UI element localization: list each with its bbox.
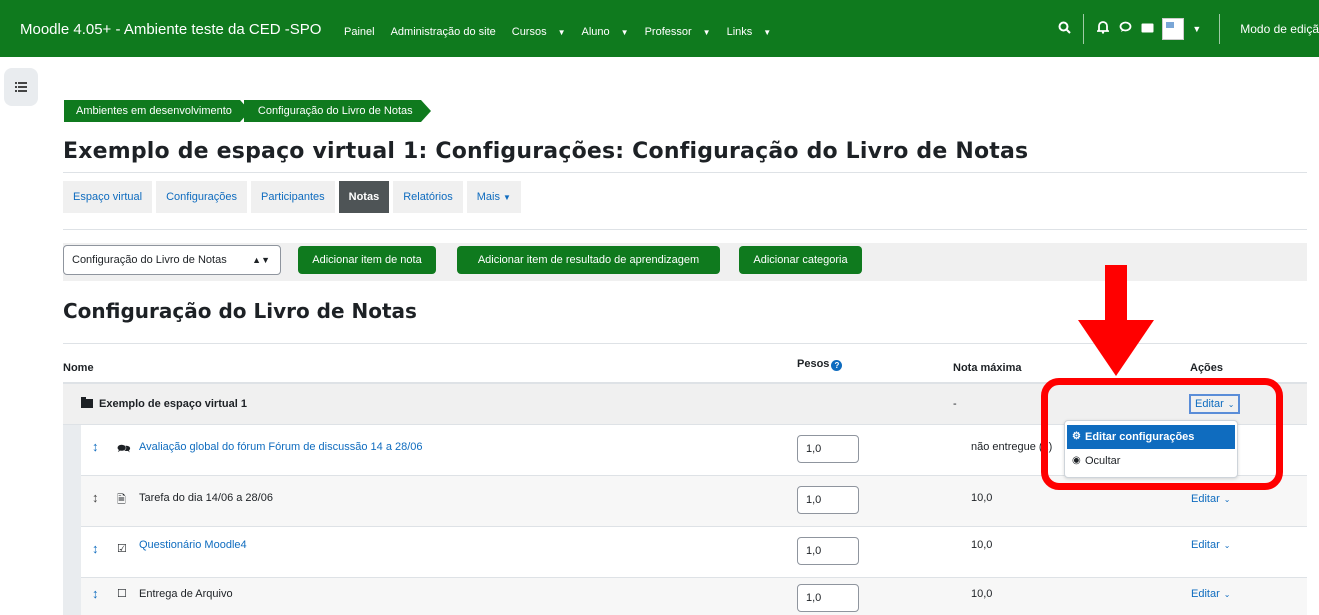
envelope-icon[interactable]: [1136, 21, 1158, 36]
help-icon[interactable]: ?: [831, 360, 843, 371]
tab-espaco-virtual[interactable]: Espaço virtual: [63, 181, 153, 213]
add-outcome-item-button[interactable]: Adicionar item de resultado de aprendiza…: [457, 246, 720, 274]
edit-mode-toggle[interactable]: Modo de ediçã: [1240, 22, 1319, 36]
primary-navigation: Painel Administração do site Cursos ▼ Alu…: [344, 26, 787, 38]
breadcrumb-item-current[interactable]: Configuração do Livro de Notas: [243, 100, 431, 122]
add-grade-item-button[interactable]: Adicionar item de nota: [298, 246, 436, 274]
divider: [63, 172, 1307, 173]
column-header-actions: Ações: [1190, 362, 1224, 374]
search-icon[interactable]: [1053, 21, 1075, 37]
move-icon[interactable]: ↕: [92, 439, 99, 454]
course-index-toggle[interactable]: [4, 68, 38, 106]
chevron-down-icon: ▼: [702, 28, 711, 37]
category-name: Exemplo de espaço virtual 1: [81, 397, 247, 410]
chevron-down-icon: ⌄: [1223, 541, 1231, 550]
tab-relatorios[interactable]: Relatórios: [393, 181, 463, 213]
section-heading: Configuração do Livro de Notas: [63, 299, 417, 323]
table-row: ↕ ☐ Entrega de Arquivo 1,0 10,0 Editar ⌄: [81, 578, 1307, 615]
grade-item-link[interactable]: Avaliação global do fórum Fórum de discu…: [139, 441, 423, 453]
tab-mais[interactable]: Mais ▼: [466, 181, 521, 213]
divider: [63, 229, 1307, 230]
category-max-grade: -: [953, 398, 957, 410]
nav-cursos[interactable]: Cursos ▼: [512, 26, 574, 38]
user-avatar[interactable]: [1162, 17, 1185, 40]
nav-links[interactable]: Links ▼: [727, 26, 780, 38]
assignment-icon: 🗎: [117, 494, 126, 506]
column-header-name: Nome: [63, 362, 94, 374]
max-grade-value: 10,0: [971, 539, 993, 551]
nav-administracao[interactable]: Administração do site: [391, 26, 504, 38]
category-indent: [63, 425, 81, 615]
grade-item-link[interactable]: Questionário Moodle4: [139, 539, 247, 551]
column-header-max-grade: Nota máxima: [953, 362, 1022, 374]
top-navbar: Moodle 4.05+ - Ambiente teste da CED -SP…: [0, 0, 1319, 57]
grade-item-name[interactable]: Entrega de Arquivo: [139, 588, 233, 600]
max-grade-value: 10,0: [971, 588, 993, 600]
forum-icon: 🗪: [117, 443, 131, 455]
chat-icon[interactable]: [1114, 21, 1136, 36]
checkbox-icon: ☐: [117, 588, 127, 600]
annotation-highlight-box: [1041, 378, 1283, 490]
nav-professor[interactable]: Professor ▼: [645, 26, 719, 38]
weight-input[interactable]: 1,0: [797, 486, 859, 514]
page-title: Exemplo de espaço virtual 1: Configuraçõ…: [63, 139, 1029, 164]
weight-input[interactable]: 1,0: [797, 584, 859, 612]
select-arrows-icon: ▲▼: [252, 255, 270, 265]
annotation-arrow-head: [1078, 320, 1154, 376]
course-index-icon: [15, 82, 27, 92]
max-grade-value: 10,0: [971, 492, 993, 504]
nav-painel[interactable]: Painel: [344, 26, 383, 38]
breadcrumb-item-ambientes[interactable]: Ambientes em desenvolvimento: [64, 100, 250, 122]
secondary-navigation: Espaço virtual Configurações Participant…: [63, 181, 525, 213]
chevron-down-icon: ⌄: [1223, 590, 1231, 599]
grade-item-name[interactable]: Tarefa do dia 14/06 a 28/06: [139, 492, 273, 504]
navbar-divider: [1083, 13, 1085, 44]
tab-configuracoes[interactable]: Configurações: [156, 181, 248, 213]
chevron-down-icon: ▼: [503, 193, 511, 202]
breadcrumb: Ambientes em desenvolvimento Configuraçã…: [64, 100, 431, 122]
bell-icon[interactable]: [1092, 20, 1114, 37]
move-icon[interactable]: ↕: [92, 490, 99, 505]
navbar-right: ▼ Modo de ediçã: [1053, 0, 1319, 57]
quiz-icon: ☑: [117, 543, 127, 555]
tab-notas[interactable]: Notas: [338, 181, 390, 213]
move-icon[interactable]: ↕: [92, 586, 99, 601]
weight-input[interactable]: 1,0: [797, 435, 859, 463]
chevron-down-icon[interactable]: ▼: [1192, 24, 1201, 34]
chevron-down-icon: ▼: [763, 28, 772, 37]
move-icon[interactable]: ↕: [92, 541, 99, 556]
annotation-arrow: [1105, 265, 1127, 321]
chevron-down-icon: ▼: [620, 28, 629, 37]
table-row: ↕ ☑ Questionário Moodle4 1,0 10,0 Editar…: [81, 527, 1307, 578]
navbar-divider: [1219, 13, 1221, 44]
column-header-weights: Pesos?: [797, 358, 843, 371]
gradebook-navigation-select[interactable]: Configuração do Livro de Notas ▲▼: [63, 245, 281, 275]
item-edit-button[interactable]: Editar ⌄: [1191, 588, 1230, 600]
chevron-down-icon: ⌄: [1223, 495, 1231, 504]
tab-participantes[interactable]: Participantes: [251, 181, 335, 213]
item-edit-button[interactable]: Editar ⌄: [1191, 493, 1230, 505]
add-category-button[interactable]: Adicionar categoria: [739, 246, 862, 274]
item-edit-button[interactable]: Editar ⌄: [1191, 539, 1230, 551]
nav-aluno[interactable]: Aluno ▼: [582, 26, 637, 38]
folder-icon: [81, 397, 93, 408]
weight-input[interactable]: 1,0: [797, 537, 859, 565]
chevron-down-icon: ▼: [557, 28, 566, 37]
site-title[interactable]: Moodle 4.05+ - Ambiente teste da CED -SP…: [20, 21, 321, 38]
